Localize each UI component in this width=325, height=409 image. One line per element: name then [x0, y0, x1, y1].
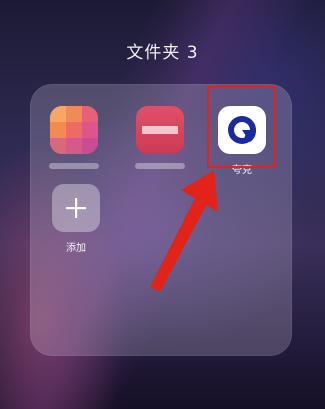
folder-title[interactable]: 文件夹 3 [0, 38, 325, 63]
blurred-app-icon [50, 106, 98, 154]
app-blurred-2[interactable] [128, 106, 192, 169]
blurred-app-icon [136, 106, 184, 154]
app-label-add: 添加 [66, 243, 86, 254]
blurred-app-label [135, 163, 185, 169]
blurred-app-label [49, 163, 99, 169]
app-blurred-1[interactable] [42, 106, 106, 169]
plus-icon [52, 184, 100, 232]
highlight-box [207, 86, 275, 168]
add-app-button[interactable]: 添加 [44, 184, 108, 254]
